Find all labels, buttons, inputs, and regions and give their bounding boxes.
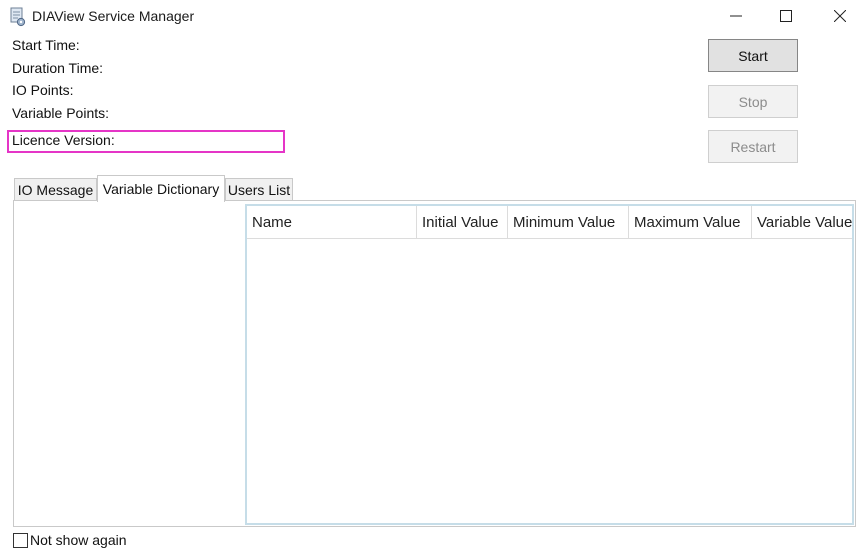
variable-points-label: Variable Points: — [12, 105, 110, 121]
variable-dictionary-panel: Name Initial Value Minimum Value Maximum… — [13, 200, 856, 527]
start-button[interactable]: Start — [708, 39, 798, 72]
not-show-again-label: Not show again — [30, 532, 127, 548]
variable-grid[interactable]: Name Initial Value Minimum Value Maximum… — [245, 204, 854, 525]
document-gear-icon — [9, 7, 27, 27]
stop-button[interactable]: Stop — [708, 85, 798, 118]
grid-header: Name Initial Value Minimum Value Maximum… — [247, 206, 852, 239]
close-button[interactable] — [817, 0, 863, 32]
column-header-minimum-value[interactable]: Minimum Value — [508, 206, 629, 238]
service-manager-window: DIAView Service Manager Start Time: Dura… — [0, 0, 865, 557]
start-time-label: Start Time: — [12, 37, 80, 53]
tab-variable-dictionary[interactable]: Variable Dictionary — [97, 175, 225, 202]
column-header-maximum-value[interactable]: Maximum Value — [629, 206, 752, 238]
licence-version-highlight — [7, 130, 285, 153]
close-icon — [834, 10, 846, 22]
tab-io-message[interactable]: IO Message — [14, 178, 97, 201]
io-points-label: IO Points: — [12, 82, 74, 98]
column-header-variable-value[interactable]: Variable Value — [752, 206, 852, 238]
duration-time-label: Duration Time: — [12, 60, 104, 76]
column-header-name[interactable]: Name — [247, 206, 417, 238]
maximize-icon — [780, 10, 792, 22]
minimize-icon — [730, 10, 742, 22]
maximize-button[interactable] — [763, 0, 809, 32]
not-show-again-option[interactable]: Not show again — [13, 531, 127, 549]
restart-button[interactable]: Restart — [708, 130, 798, 163]
not-show-again-checkbox[interactable] — [13, 532, 28, 548]
column-header-initial-value[interactable]: Initial Value — [417, 206, 508, 238]
title-bar[interactable]: DIAView Service Manager — [0, 0, 865, 34]
window-title: DIAView Service Manager — [32, 8, 195, 24]
tab-users-list[interactable]: Users List — [225, 178, 293, 201]
variable-tree-pane[interactable] — [14, 201, 244, 526]
minimize-button[interactable] — [713, 0, 759, 32]
